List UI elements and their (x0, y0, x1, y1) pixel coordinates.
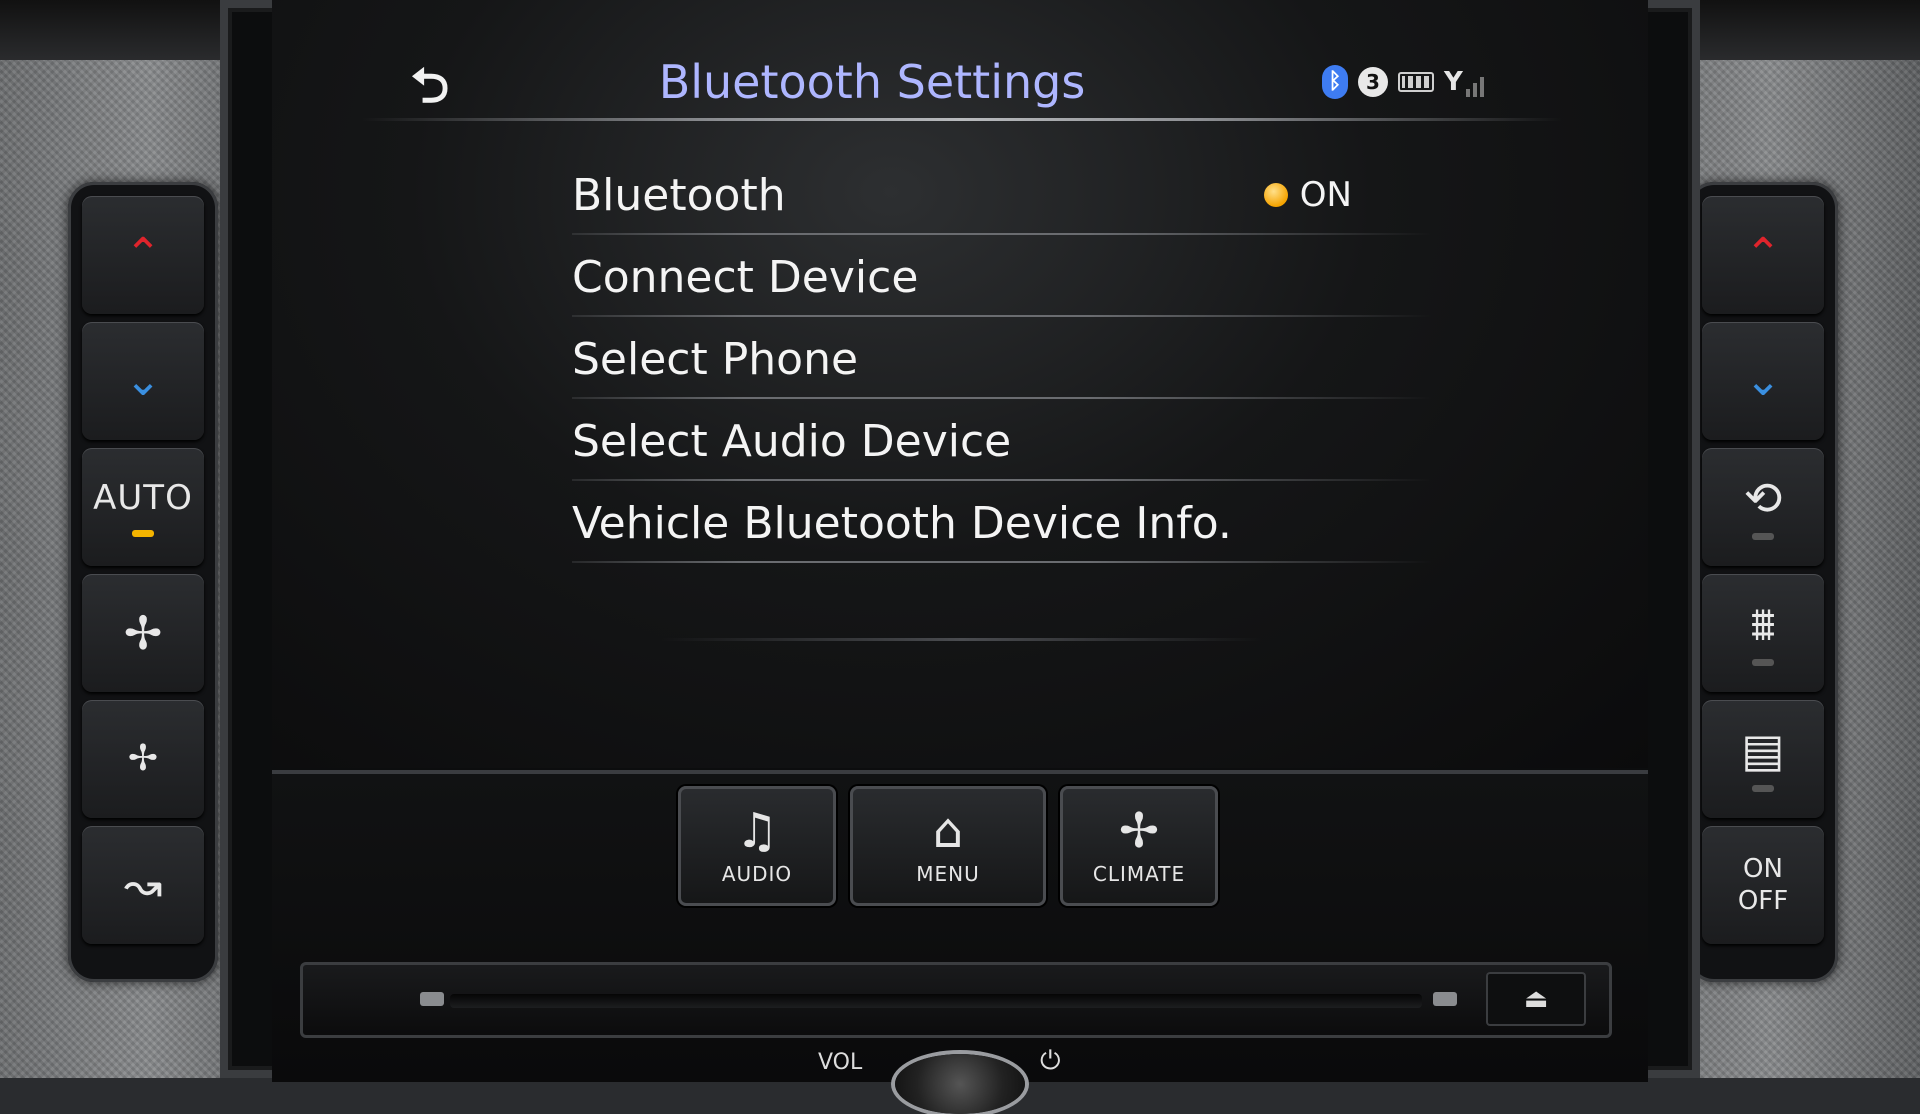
chevron-up-icon: ⌃ (124, 229, 162, 280)
recirculation-indicator (1752, 532, 1774, 540)
signal-icon: Y (1444, 67, 1484, 97)
climate-on-off-button[interactable]: ON OFF (1702, 826, 1824, 944)
menu-item-label: Select Phone (572, 333, 859, 385)
chevron-up-icon: ⌃ (1744, 229, 1782, 280)
auto-button[interactable]: AUTO (82, 448, 204, 566)
menu-item-connect-device[interactable]: Connect Device (572, 237, 1432, 319)
menu-item-select-audio-device[interactable]: Select Audio Device (572, 401, 1432, 483)
front-defrost-button[interactable]: ⩩ (1702, 574, 1824, 692)
device-count-badge: 3 (1358, 67, 1388, 97)
eject-icon: ⏏ (1523, 984, 1549, 1014)
rear-defrost-button[interactable]: ▤ (1702, 700, 1824, 818)
airflow-icon: ↝ (123, 858, 163, 912)
slot-light-left (420, 992, 444, 1006)
infotainment-screen: ⮌ Bluetooth Settings ᛒ 3 Y Bluetooth ON … (272, 0, 1648, 768)
menu-item-select-phone[interactable]: Select Phone (572, 319, 1432, 401)
bluetooth-toggle-state: ON (1263, 155, 1352, 235)
volume-knob[interactable] (895, 1054, 1025, 1114)
chevron-down-icon: ⌄ (1744, 355, 1782, 406)
menu-item-label: Bluetooth (572, 169, 786, 221)
recirculation-button[interactable]: ⟲ (1702, 448, 1824, 566)
auto-label: AUTO (93, 477, 193, 518)
settings-menu: Bluetooth ON Connect Device Select Phone… (572, 155, 1432, 565)
bluetooth-state-label: ON (1299, 175, 1352, 215)
menu-button[interactable]: ⌂ MENU (850, 786, 1046, 906)
list-end-divider (662, 638, 1262, 641)
music-note-icon: ♫ (735, 803, 779, 859)
audio-button[interactable]: ♫ AUDIO (678, 786, 836, 906)
menu-item-label: Vehicle Bluetooth Device Info. (572, 497, 1232, 549)
bluetooth-icon: ᛒ (1322, 65, 1348, 99)
title-divider (362, 118, 1562, 121)
menu-item-device-info[interactable]: Vehicle Bluetooth Device Info. (572, 483, 1432, 565)
audio-label: AUDIO (721, 862, 793, 886)
page-title: Bluetooth Settings (658, 55, 1086, 109)
climate-button[interactable]: ✢ CLIMATE (1060, 786, 1218, 906)
rear-defrost-indicator (1752, 784, 1774, 792)
fan-speed-down-button[interactable]: ✢ (82, 700, 204, 818)
rear-defrost-icon: ▤ (1741, 722, 1785, 777)
right-climate-controls: ⌃ ⌄ ⟲ ⩩ ▤ ON OFF (1688, 182, 1838, 982)
menu-item-bluetooth[interactable]: Bluetooth ON (572, 155, 1432, 237)
fan-icon: ✢ (1118, 803, 1160, 859)
home-icon: ⌂ (932, 803, 964, 859)
power-icon[interactable]: ⏻ (1040, 1046, 1061, 1077)
left-climate-controls: ⌃ ⌄ AUTO ✢ ✢ ↝ (68, 182, 218, 982)
hard-button-row: ♫ AUDIO ⌂ MENU ✢ CLIMATE (678, 786, 1218, 906)
status-indicator-dot (1263, 183, 1288, 207)
recirculation-icon: ⟲ (1743, 470, 1783, 525)
menu-item-label: Connect Device (572, 251, 919, 303)
slot-light-right (1433, 992, 1457, 1006)
eject-button[interactable]: ⏏ (1486, 972, 1586, 1026)
passenger-temp-up-button[interactable]: ⌃ (1702, 196, 1824, 314)
on-label: ON (1743, 854, 1783, 884)
fan-speed-up-button[interactable]: ✢ (82, 574, 204, 692)
driver-temp-up-button[interactable]: ⌃ (82, 196, 204, 314)
driver-temp-down-button[interactable]: ⌄ (82, 322, 204, 440)
fan-icon: ✢ (123, 606, 163, 660)
off-label: OFF (1737, 886, 1789, 916)
menu-label: MENU (916, 862, 980, 886)
cd-slot: ⏏ (300, 962, 1612, 1038)
battery-icon (1398, 72, 1434, 92)
disc-slot-opening (450, 994, 1422, 1008)
airflow-mode-button[interactable]: ↝ (82, 826, 204, 944)
auto-indicator (132, 529, 154, 537)
volume-label: VOL (818, 1050, 863, 1075)
passenger-temp-down-button[interactable]: ⌄ (1702, 322, 1824, 440)
back-arrow-icon[interactable]: ⮌ (400, 58, 460, 114)
front-defrost-icon: ⩩ (1750, 596, 1776, 651)
chevron-down-icon: ⌄ (124, 355, 162, 406)
fan-small-icon: ✢ (127, 738, 159, 779)
menu-item-label: Select Audio Device (572, 415, 1012, 467)
climate-label: CLIMATE (1092, 862, 1186, 886)
status-bar: ᛒ 3 Y (1322, 60, 1484, 104)
front-defrost-indicator (1752, 658, 1774, 666)
